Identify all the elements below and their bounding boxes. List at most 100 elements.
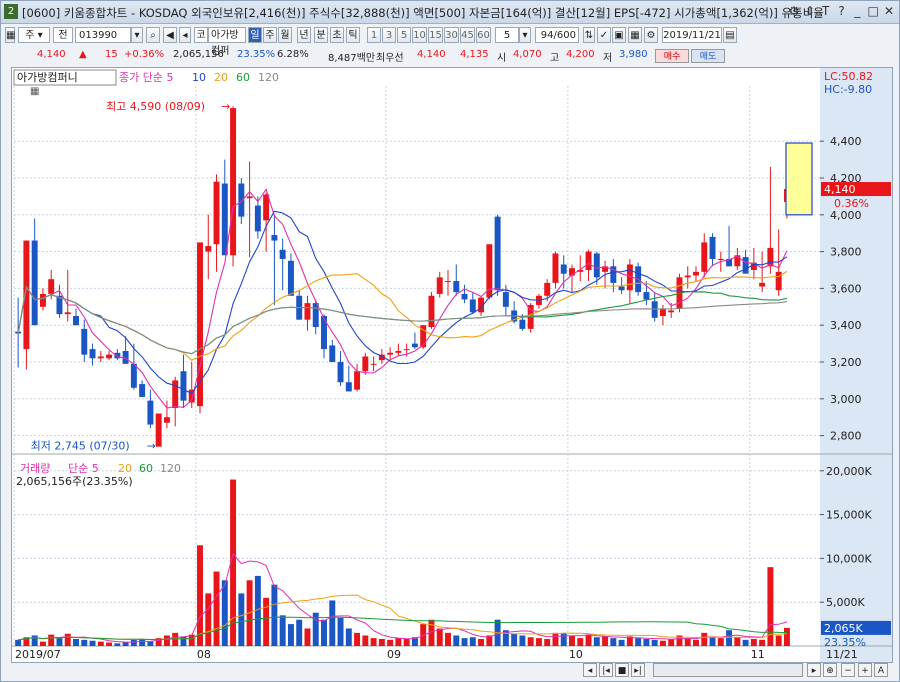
next-icon[interactable]: ▸ [807, 663, 821, 677]
chart-area[interactable]: 4,400 4,200 4,000 3,800 3,600 3,400 3,200 3,000… [11, 67, 893, 663]
buy-button[interactable]: 매수 [655, 49, 689, 63]
max-annotation: 최고 4,590 (08/09) [106, 100, 205, 113]
period-yearly[interactable]: 년 [297, 27, 311, 43]
quote-turnover: 23.35% [237, 49, 276, 60]
period-second[interactable]: 초 [330, 27, 344, 43]
minimize-icon[interactable]: _ [851, 4, 863, 18]
volume-bar [163, 635, 170, 646]
volume-bar [436, 628, 443, 646]
candle-body [742, 257, 749, 274]
period-minute[interactable]: 분 [314, 27, 328, 43]
scroll-left-icon[interactable]: |◂ [599, 663, 613, 677]
candle-body [643, 292, 650, 300]
market-select[interactable]: 주 ▾ [18, 27, 50, 43]
text-icon[interactable]: T [820, 4, 832, 18]
gear-icon[interactable]: ⚙ [788, 4, 800, 18]
quote-bid1: 4,140 [417, 49, 446, 60]
pin-icon[interactable]: ⇕ [804, 4, 816, 18]
volume-bar [122, 642, 129, 646]
code-input[interactable]: 013990 [75, 27, 131, 43]
volume-bar [651, 639, 658, 646]
candle-body [23, 240, 30, 350]
price-volume-chart[interactable]: 4,4004,2004,0003,8003,6003,4003,2003,000… [12, 68, 892, 662]
quote-open-label: 시 [497, 53, 507, 64]
grid-icon[interactable]: ▦ [628, 27, 642, 43]
candle-body [370, 363, 377, 365]
interval-1[interactable]: 1 [367, 27, 381, 43]
interval-30[interactable]: 30 [444, 27, 459, 43]
calendar-icon[interactable]: ▤ [723, 27, 737, 43]
candle-body [106, 354, 113, 359]
volume-bar [775, 635, 782, 646]
sell-button[interactable]: 매도 [691, 49, 725, 63]
pause-icon[interactable]: ■ [615, 663, 629, 677]
zoom-out-icon[interactable]: − [841, 663, 855, 677]
interval-select[interactable]: 5 [495, 27, 519, 43]
zoom-icon[interactable]: ⊕ [823, 663, 837, 677]
collapse-icon[interactable]: ▦ [5, 27, 15, 43]
price-tick-label: 3,000 [830, 393, 862, 406]
candle-body [701, 242, 708, 272]
maximize-icon[interactable]: □ [867, 4, 879, 18]
quote-change-arrow: ▲ [79, 49, 87, 60]
help-icon[interactable]: ? [836, 4, 848, 18]
count-input[interactable]: 94/600 [535, 27, 579, 43]
volume-bar [693, 639, 699, 646]
volume-bar [668, 638, 675, 646]
zoom-in-icon[interactable]: + [858, 663, 872, 677]
candle-body [230, 108, 237, 256]
text-mode-icon[interactable]: A [874, 663, 888, 677]
interval-10[interactable]: 10 [412, 27, 427, 43]
candle-body [155, 413, 162, 447]
candle-body [354, 371, 361, 390]
volume-bar [535, 638, 542, 646]
save-icon[interactable]: ▣ [612, 27, 626, 43]
close-icon[interactable]: ✕ [883, 4, 895, 18]
volume-bar [378, 638, 385, 646]
speaker-icon[interactable]: ◀ [163, 27, 177, 43]
settings-icon[interactable]: ⚙ [644, 27, 658, 43]
volume-bar [593, 637, 600, 646]
interval-15[interactable]: 15 [428, 27, 443, 43]
price-tick-label: 4,000 [830, 209, 862, 222]
x-tick-label: 11 [751, 648, 765, 661]
period-daily[interactable]: 일 [248, 27, 262, 43]
date-input[interactable]: 2019/11/21 [662, 27, 722, 43]
prev-icon[interactable]: ◂ [179, 27, 191, 43]
volume-bar [709, 637, 716, 646]
candle-body [651, 301, 658, 318]
period-monthly[interactable]: 월 [278, 27, 292, 43]
interval-60[interactable]: 60 [476, 27, 491, 43]
up-down-icon[interactable]: ⇅ [583, 27, 595, 43]
window-title: [0600] 키움종합차트 - KOSDAQ 외국인보유[2,416(천)] 주… [22, 6, 824, 20]
min-annotation: 최저 2,745 (07/30) [31, 440, 130, 453]
period-tick[interactable]: 틱 [346, 27, 360, 43]
code-dropdown-icon[interactable]: ▾ [131, 27, 143, 43]
price-tick-label: 3,600 [830, 282, 862, 295]
interval-dropdown-icon[interactable]: ▾ [519, 27, 531, 43]
candle-body [139, 384, 146, 397]
scrollbar[interactable] [653, 663, 803, 677]
scroll-right-icon[interactable]: ▸| [631, 663, 645, 677]
volume-bar [205, 593, 212, 646]
interval-5[interactable]: 5 [397, 27, 411, 43]
stock-name-label: 아가방컴퍼니 [17, 71, 78, 84]
interval-45[interactable]: 45 [460, 27, 475, 43]
volume-legend-label: 단순 5 [68, 462, 99, 475]
current-price-label: 4,140 [824, 183, 856, 196]
grid-toggle-icon: ▦ [30, 86, 39, 97]
mode-select[interactable]: 전 [53, 27, 73, 43]
interval-3[interactable]: 3 [382, 27, 396, 43]
scroll-start-icon[interactable]: ◂ [583, 663, 597, 677]
candle-body [693, 271, 699, 276]
price-legend-ma-60: 60 [236, 71, 250, 84]
current-pct-label: 0.36% [834, 197, 869, 210]
candle-body [39, 293, 46, 307]
candle-body [89, 349, 96, 359]
volume-bar [684, 638, 691, 646]
candle-body [519, 319, 526, 329]
period-weekly[interactable]: 주 [263, 27, 277, 43]
search-icon[interactable]: ⌕ [146, 27, 160, 43]
volume-bar [337, 617, 344, 646]
check-icon[interactable]: ✓ [597, 27, 611, 43]
